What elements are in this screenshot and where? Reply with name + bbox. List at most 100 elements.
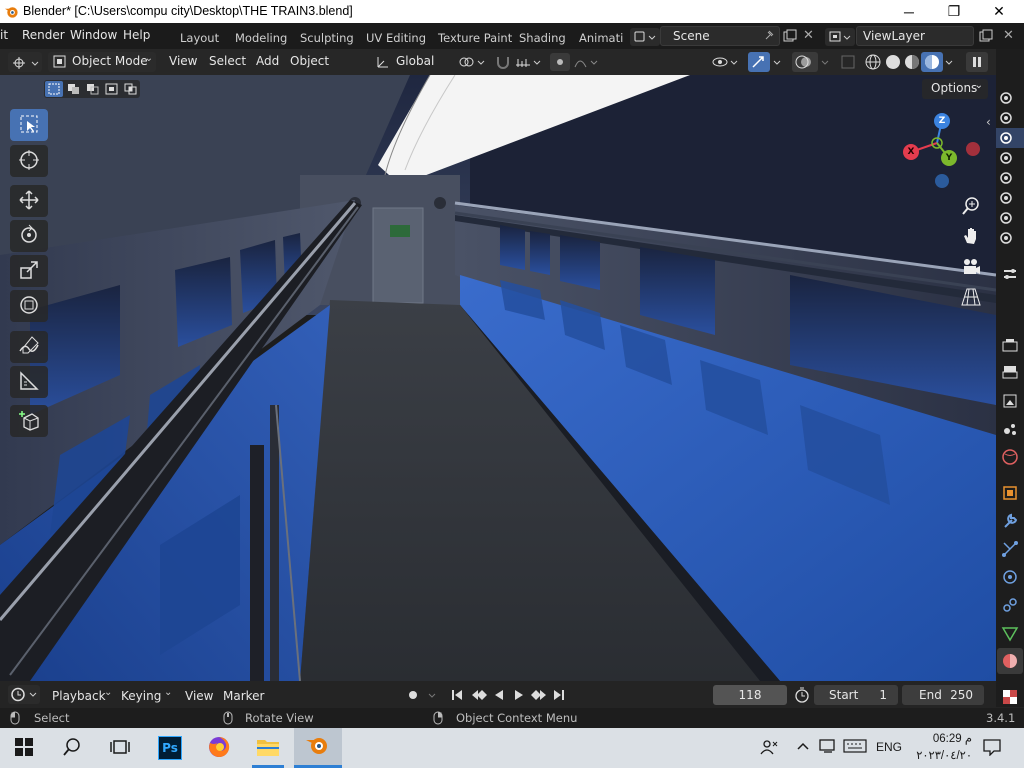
preview-range-icon[interactable]: [794, 687, 810, 706]
solid-shading-icon[interactable]: [884, 53, 902, 74]
prev-keyframe-icon[interactable]: [470, 688, 488, 705]
play-reverse-icon[interactable]: [492, 688, 506, 705]
menu-playback[interactable]: Playback: [52, 687, 106, 707]
tool-measure[interactable]: [10, 366, 48, 398]
camera-icon[interactable]: [999, 231, 1013, 248]
maximize-button[interactable]: ❐: [931, 0, 977, 23]
view-layer-selector[interactable]: ViewLayer: [856, 26, 974, 46]
menu-keying[interactable]: Keying: [121, 687, 161, 707]
end-frame-field[interactable]: End 250: [902, 685, 984, 705]
menu-help[interactable]: Help: [123, 28, 150, 42]
navigation-gizmo[interactable]: Z X Y: [900, 110, 990, 190]
data-tab-icon[interactable]: [1001, 624, 1019, 645]
object-tab-icon[interactable]: [1001, 484, 1019, 505]
overlays-dropdown-icon[interactable]: [820, 55, 832, 72]
collapse-arrow-icon[interactable]: ‹: [986, 115, 991, 129]
jump-start-icon[interactable]: [450, 688, 464, 705]
menu-add[interactable]: Add: [256, 52, 279, 72]
tab-shading[interactable]: Shading: [519, 31, 566, 45]
pan-hand-icon[interactable]: [960, 225, 982, 250]
task-view-button[interactable]: [96, 728, 144, 768]
particles-tab-icon[interactable]: [1001, 540, 1019, 561]
mode-selector[interactable]: Object Mode ⌄: [48, 52, 156, 72]
current-frame-field[interactable]: 118: [713, 685, 787, 705]
snap-icon[interactable]: [494, 53, 512, 74]
new-scene-icon[interactable]: [783, 29, 797, 46]
camera-icon[interactable]: [999, 111, 1013, 128]
clock-date[interactable]: ٢٠٢٣/٠٤/٢٠: [908, 748, 972, 762]
pivot-point-icon[interactable]: [458, 55, 488, 72]
tab-modeling[interactable]: Modeling: [235, 31, 287, 45]
taskbar-file-explorer[interactable]: [244, 728, 292, 768]
tool-cursor[interactable]: [10, 145, 48, 177]
physics-tab-icon[interactable]: [1001, 568, 1019, 589]
tool-scale[interactable]: [10, 255, 48, 287]
falloff-icon[interactable]: [574, 55, 600, 72]
select-subtract-icon[interactable]: [84, 81, 102, 100]
camera-icon[interactable]: [999, 91, 1013, 108]
tool-move[interactable]: [10, 185, 48, 217]
camera-icon[interactable]: [999, 151, 1013, 168]
pin-icon[interactable]: [763, 29, 775, 44]
constraints-tab-icon[interactable]: [1001, 596, 1019, 617]
scene-type-icon[interactable]: [630, 28, 660, 46]
delete-scene-icon[interactable]: ✕: [803, 28, 814, 43]
menu-select[interactable]: Select: [209, 52, 246, 72]
material-shading-icon[interactable]: [903, 53, 921, 74]
output-tab-icon[interactable]: [1001, 364, 1019, 385]
clock-time[interactable]: 06:29 م: [916, 731, 972, 745]
menu-window[interactable]: Window: [70, 28, 117, 42]
language-indicator[interactable]: ENG: [876, 740, 902, 754]
camera-icon[interactable]: [996, 128, 1024, 148]
select-extend-icon[interactable]: [65, 81, 83, 100]
pause-render-icon[interactable]: [966, 52, 988, 72]
auto-keying-icon[interactable]: [405, 687, 439, 706]
network-icon[interactable]: [818, 738, 838, 757]
menu-render[interactable]: Render: [22, 28, 65, 42]
view-layer-tab-icon[interactable]: [1001, 392, 1019, 413]
zoom-icon[interactable]: [960, 195, 982, 220]
menu-object[interactable]: Object: [290, 52, 329, 72]
shading-dropdown-icon[interactable]: [944, 55, 956, 72]
scene-tab-icon[interactable]: [1001, 420, 1019, 441]
play-icon[interactable]: [512, 688, 526, 705]
timeline-editor-type-icon[interactable]: [8, 685, 40, 704]
keyboard-icon[interactable]: [843, 739, 867, 756]
gizmo-toggle-icon[interactable]: [748, 52, 770, 72]
viewport-3d[interactable]: Options ⌄ Z X Y: [0, 75, 996, 681]
gizmo-x-axis[interactable]: X: [903, 144, 919, 160]
camera-icon[interactable]: [999, 171, 1013, 188]
tool-select-box[interactable]: [10, 109, 48, 141]
snap-increment-icon[interactable]: [514, 55, 544, 72]
tool-annotate[interactable]: [10, 331, 48, 363]
camera-icon[interactable]: [999, 211, 1013, 228]
perspective-toggle-icon[interactable]: [960, 286, 982, 311]
tab-texture-paint[interactable]: Texture Paint: [438, 31, 512, 45]
modifier-tab-icon[interactable]: [1001, 512, 1019, 533]
tray-overflow-icon[interactable]: [796, 740, 810, 755]
options-button[interactable]: Options ⌄: [922, 79, 988, 99]
close-button[interactable]: ✕: [976, 0, 1022, 23]
start-frame-field[interactable]: Start 1: [814, 685, 898, 705]
rendered-shading-icon[interactable]: [921, 52, 943, 72]
editor-type-icon[interactable]: [8, 52, 42, 72]
view-layer-type-icon[interactable]: [825, 28, 855, 46]
xray-icon[interactable]: [840, 54, 856, 73]
delete-view-layer-icon[interactable]: ✕: [1003, 28, 1014, 43]
minimize-button[interactable]: ─: [886, 0, 932, 23]
taskbar-firefox[interactable]: [195, 728, 243, 768]
tab-sculpting[interactable]: Sculpting: [300, 31, 354, 45]
menu-marker[interactable]: Marker: [223, 687, 264, 707]
tab-animation[interactable]: Animati: [579, 31, 623, 45]
tab-uv-editing[interactable]: UV Editing: [366, 31, 426, 45]
menu-timeline-view[interactable]: View: [185, 687, 213, 707]
tool-tab-icon[interactable]: [1001, 265, 1019, 286]
gizmo-dropdown-icon[interactable]: [772, 55, 784, 72]
menu-edit[interactable]: it: [0, 28, 8, 42]
tool-rotate[interactable]: [10, 220, 48, 252]
people-icon[interactable]: [760, 738, 778, 759]
jump-end-icon[interactable]: [552, 688, 566, 705]
gizmo-y-axis[interactable]: Y: [941, 150, 957, 166]
tool-transform[interactable]: [10, 290, 48, 322]
taskbar-blender[interactable]: [294, 728, 342, 768]
